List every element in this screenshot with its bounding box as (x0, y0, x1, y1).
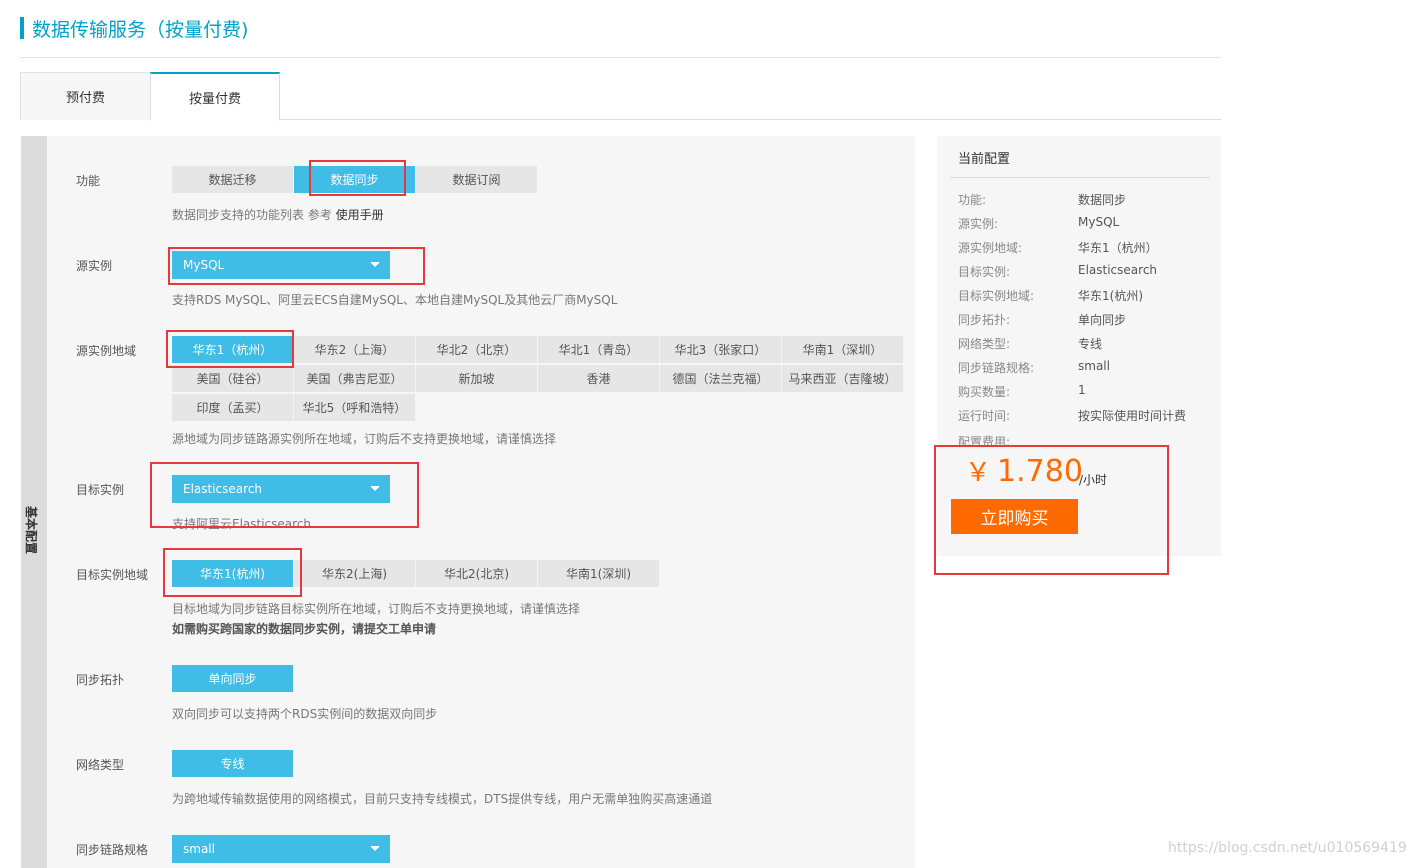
target-region-option[interactable]: 华东1(杭州) (172, 560, 293, 587)
source-region-options: 华东1（杭州） 华东2（上海） 华北2（北京） 华北1（青岛） 华北3（张家口）… (172, 336, 904, 423)
source-region-option[interactable]: 香港 (538, 365, 659, 392)
source-region-option[interactable]: 华北5（呼和浩特） (294, 394, 415, 421)
target-region-option[interactable]: 华南1(深圳) (538, 560, 659, 587)
network-hint: 为跨地域传输数据使用的网络模式，目前只支持专线模式，DTS提供专线，用户无需单独… (172, 792, 713, 806)
side-section-label: 基本配置 (21, 136, 47, 868)
topology-hint: 双向同步可以支持两个RDS实例间的数据双向同步 (172, 707, 438, 721)
summary-value: 华东1（杭州） (1078, 241, 1158, 255)
target-instance-hint: 支持阿里云Elasticsearch (172, 517, 312, 531)
source-instance-select[interactable]: MySQL (172, 251, 390, 279)
summary-value: 专线 (1078, 337, 1103, 351)
function-options: 数据迁移 数据同步 数据订阅 (172, 166, 904, 195)
summary-key: 同步链路规格: (958, 361, 1035, 375)
source-region-option[interactable]: 新加坡 (416, 365, 537, 392)
spec-label: 同步链路规格 (76, 843, 149, 857)
topology-options: 单向同步 (172, 665, 904, 694)
summary-value: Elasticsearch (1078, 263, 1158, 277)
summary-value: 单向同步 (1078, 313, 1127, 327)
source-region-option[interactable]: 华北2（北京） (416, 336, 537, 363)
summary-key: 网络类型: (958, 337, 1011, 351)
manual-link[interactable]: 使用手册 (336, 208, 384, 222)
tab-pay-as-you-go[interactable]: 按量付费 (150, 72, 280, 121)
target-region-option[interactable]: 华北2(北京) (416, 560, 537, 587)
billing-tabs: 预付费 按量付费 (20, 72, 1221, 121)
function-hint: 数据同步支持的功能列表 参考 使用手册 (172, 206, 384, 223)
source-region-option[interactable]: 华北1（青岛） (538, 336, 659, 363)
source-region-label: 源实例地域 (76, 344, 137, 358)
summary-value: 按实际使用时间计费 (1078, 409, 1187, 423)
summary-key: 购买数量: (958, 385, 1011, 399)
summary-key: 目标实例: (958, 265, 1011, 279)
source-region-option[interactable]: 华东2（上海） (294, 336, 415, 363)
function-option-sync[interactable]: 数据同步 (294, 166, 415, 193)
source-instance-hint: 支持RDS MySQL、阿里云ECS自建MySQL、本地自建MySQL及其他云厂… (172, 293, 618, 307)
summary-value: small (1078, 359, 1110, 373)
source-region-option[interactable]: 美国（弗吉尼亚） (294, 365, 415, 392)
target-region-options: 华东1(杭州) 华东2(上海) 华北2(北京) 华南1(深圳) (172, 560, 904, 589)
network-option-dedicated[interactable]: 专线 (172, 750, 293, 777)
tab-prepaid[interactable]: 预付费 (20, 72, 151, 120)
price-unit: /小时 (1079, 473, 1108, 487)
fee-label: 配置费用: (958, 435, 1011, 449)
caret-down-icon (370, 262, 380, 267)
source-region-option[interactable]: 华东1（杭州） (172, 336, 293, 363)
topology-label: 同步拓扑 (76, 673, 125, 687)
source-region-option[interactable]: 华北3（张家口） (660, 336, 781, 363)
function-option-subscribe[interactable]: 数据订阅 (416, 166, 537, 193)
config-panel: 基本配置 功能 数据迁移 数据同步 数据订阅 数据同步支持的功能列表 参考 使用… (21, 136, 915, 868)
target-instance-label: 目标实例 (76, 483, 125, 497)
function-hint-text: 数据同步支持的功能列表 参考 (172, 208, 332, 222)
target-region-hint-bold: 如需购买跨国家的数据同步实例，请提交工单申请 (172, 620, 436, 637)
source-instance-value: MySQL (183, 258, 225, 272)
summary-value: 数据同步 (1078, 193, 1127, 207)
function-option-migration[interactable]: 数据迁移 (172, 166, 293, 193)
function-label: 功能 (76, 174, 101, 188)
title-divider (20, 57, 1221, 58)
price-value: 1.780 (997, 454, 1083, 489)
watermark: https://blog.csdn.net/u010569419 (1168, 840, 1407, 856)
current-config-title: 当前配置 (958, 152, 1011, 167)
summary-key: 源实例: (958, 217, 999, 231)
spec-select[interactable]: small (172, 835, 390, 863)
summary-divider (950, 177, 1210, 178)
summary-value: 1 (1078, 383, 1086, 397)
target-instance-value: Elasticsearch (183, 482, 263, 496)
source-instance-label: 源实例 (76, 259, 113, 273)
network-options: 专线 (172, 750, 904, 779)
topology-option-one-way[interactable]: 单向同步 (172, 665, 293, 692)
summary-key: 功能: (958, 193, 987, 207)
target-region-option[interactable]: 华东2(上海) (294, 560, 415, 587)
summary-key: 运行时间: (958, 409, 1011, 423)
current-config-panel: 当前配置 功能: 数据同步 源实例: MySQL 源实例地域: 华东1（杭州） … (937, 136, 1221, 556)
caret-down-icon (370, 486, 380, 491)
network-label: 网络类型 (76, 758, 125, 772)
page-title: 数据传输服务（按量付费) (20, 14, 248, 42)
cross-border-notice: 如需购买跨国家的数据同步实例，请提交工单申请 (172, 622, 437, 636)
spec-value: small (183, 842, 215, 856)
summary-value: MySQL (1078, 215, 1120, 229)
buy-now-button[interactable]: 立即购买 (951, 499, 1078, 534)
source-region-option[interactable]: 印度（孟买） (172, 394, 293, 421)
source-region-hint: 源地域为同步链路源实例所在地域，订购后不支持更换地域，请谨慎选择 (172, 432, 557, 446)
source-region-option[interactable]: 华南1（深圳） (782, 336, 903, 363)
source-region-option[interactable]: 德国（法兰克福） (660, 365, 781, 392)
currency-symbol: ￥ (965, 458, 992, 488)
target-instance-select[interactable]: Elasticsearch (172, 475, 390, 503)
source-region-option[interactable]: 美国（硅谷） (172, 365, 293, 392)
side-section-label-text: 基本配置 (24, 506, 38, 555)
target-region-label: 目标实例地域 (76, 568, 149, 582)
page-title-text: 数据传输服务（按量付费) (32, 18, 249, 41)
target-region-hint: 目标地域为同步链路目标实例所在地域，订购后不支持更换地域，请谨慎选择 (172, 602, 581, 616)
summary-key: 源实例地域: (958, 241, 1023, 255)
source-region-option[interactable]: 马来西亚（吉隆坡） (782, 365, 903, 392)
summary-key: 同步拓扑: (958, 313, 1011, 327)
summary-value: 华东1(杭州) (1078, 289, 1143, 303)
title-accent-bar (20, 17, 24, 39)
caret-down-icon (370, 846, 380, 851)
price: ￥ 1.780 (965, 452, 1083, 489)
summary-key: 目标实例地域: (958, 289, 1035, 303)
